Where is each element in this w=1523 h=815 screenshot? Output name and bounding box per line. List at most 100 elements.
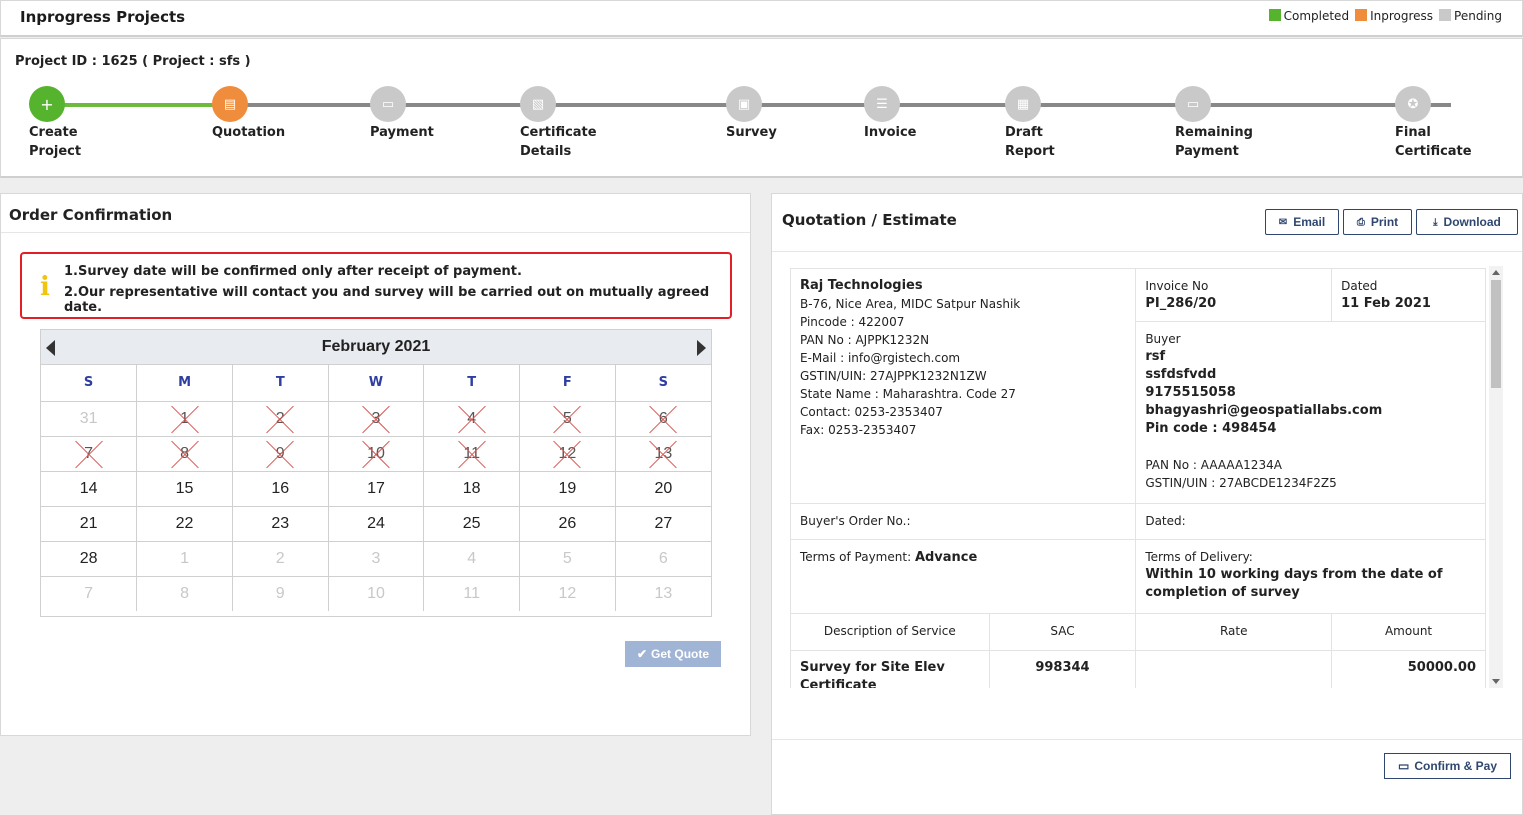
calendar-day[interactable]: 23 <box>232 506 329 542</box>
calendar-day: 3 <box>328 541 425 577</box>
weekday-header: T <box>423 365 521 402</box>
legend-swatch <box>1355 9 1368 21</box>
buyer-tax-info: PAN No : AAAAA1234A GSTIN/UIN : 27ABCDE12… <box>1145 456 1476 492</box>
invoice-no-label: Invoice No <box>1145 279 1209 293</box>
order-confirmation-panel: Order Confirmation i 1.Survey date will … <box>0 193 751 736</box>
calendar-day: 3 <box>328 401 425 437</box>
calendar-day: 10 <box>328 436 425 472</box>
column-header: Amount <box>1331 613 1486 651</box>
notice-line-2: 2.Our representative will contact you an… <box>64 285 710 315</box>
terms-delivery-cell: Terms of Delivery: Within 10 working day… <box>1135 539 1486 614</box>
list-icon: ☰ <box>864 86 900 122</box>
seller-name: Raj Technologies <box>800 278 923 293</box>
progress-track-done <box>47 103 231 107</box>
progress-step-label: Invoice <box>864 125 917 140</box>
calendar-day: 8 <box>136 436 233 472</box>
calendar-day[interactable]: 21 <box>41 506 138 542</box>
invoice-no-cell: Invoice No PI_286/20 <box>1135 268 1333 322</box>
legend-label: Completed <box>1283 9 1350 23</box>
calendar-day: 6 <box>615 401 711 437</box>
terms-payment-cell: Terms of Payment: Advance <box>790 539 1137 614</box>
progress-step-label: Remaining Payment <box>1175 125 1253 159</box>
card-icon: ▭ <box>370 86 406 122</box>
email-label: Email <box>1293 215 1326 229</box>
print-label: Print <box>1370 215 1399 229</box>
get-quote-label: Get Quote <box>651 647 710 661</box>
weekday-header: W <box>328 365 425 402</box>
calendar-day: 2 <box>232 541 329 577</box>
calendar-day[interactable]: 14 <box>41 471 138 507</box>
download-label: Download <box>1443 215 1501 229</box>
legend-label: Pending <box>1454 9 1502 23</box>
calendar-day[interactable]: 22 <box>136 506 233 542</box>
calendar-day: 5 <box>519 541 616 577</box>
weekday-header: M <box>136 365 233 402</box>
buyer-cell: Buyer rsf ssfdsfvdd 9175515058 bhagyashri@g… <box>1135 321 1486 504</box>
calendar-day[interactable]: 25 <box>423 506 521 542</box>
email-button[interactable]: ✉ Email <box>1265 209 1339 235</box>
dated-value: 11 Feb 2021 <box>1341 296 1431 311</box>
scroll-down-icon[interactable] <box>1492 679 1500 684</box>
calendar-day: 12 <box>519 436 616 472</box>
page-title: Inprogress Projects <box>20 8 186 26</box>
card-icon: ▭ <box>1175 86 1211 122</box>
calendar-day[interactable]: 24 <box>328 506 425 542</box>
column-header: Description of Service <box>790 613 990 651</box>
service-amount-cell: 50000.00 <box>1331 650 1486 688</box>
calendar-day: 13 <box>615 436 711 472</box>
calendar-day: 5 <box>519 401 616 437</box>
divider <box>772 739 1522 740</box>
seller-line: B-76, Nice Area, MIDC Satpur Nashik <box>800 297 1021 311</box>
quotation-scroll-area[interactable]: Raj Technologies B-76, Nice Area, MIDC S… <box>790 266 1505 688</box>
calendar-day[interactable]: 19 <box>519 471 616 507</box>
dated-label: Dated <box>1341 279 1378 293</box>
print-button[interactable]: ⎙ Print <box>1343 209 1412 235</box>
scroll-up-icon[interactable] <box>1492 270 1500 275</box>
page-header: Inprogress Projects Completed Inprogress P… <box>0 0 1523 37</box>
terms-delivery-value: Within 10 working days from the date of … <box>1145 567 1443 600</box>
confirm-pay-label: Confirm & Pay <box>1414 759 1498 773</box>
calendar-day[interactable]: 17 <box>328 471 425 507</box>
calendar-day[interactable]: 18 <box>423 471 521 507</box>
calendar-day[interactable]: 26 <box>519 506 616 542</box>
legend-label: Inprogress <box>1370 9 1434 23</box>
calendar-day: 9 <box>232 576 329 611</box>
calendar-day: 11 <box>423 436 521 472</box>
calendar-day[interactable]: 28 <box>41 541 138 577</box>
seller-address: B-76, Nice Area, MIDC Satpur Nashik Pinco… <box>800 295 1126 439</box>
report-icon: ▦ <box>1005 86 1041 122</box>
divider <box>772 251 1522 252</box>
calendar-day[interactable]: 16 <box>232 471 329 507</box>
money-icon: ▭ <box>1397 759 1410 773</box>
buyer-line: Pin code : 498454 <box>1145 421 1277 436</box>
download-button[interactable]: ⤓ Download <box>1416 209 1518 235</box>
seller-line: Fax: 0253-2353407 <box>800 423 917 437</box>
buyers-order-label: Buyer's Order No.: <box>800 514 911 528</box>
calendar-month: February 2021 <box>321 338 431 355</box>
scrollbar[interactable] <box>1489 266 1503 688</box>
terms-payment-value: Advance <box>914 550 978 565</box>
get-quote-button[interactable]: ✔ Get Quote <box>625 641 721 667</box>
calendar-day[interactable]: 20 <box>615 471 711 507</box>
buyer-tax-line: GSTIN/UIN : 27ABCDE1234F2Z5 <box>1145 476 1337 490</box>
dated-cell: Dated 11 Feb 2021 <box>1331 268 1486 322</box>
legend-swatch <box>1439 9 1452 21</box>
column-header: SAC <box>988 613 1137 651</box>
calendar-icon: ▣ <box>726 86 762 122</box>
seller-line: E-Mail : info@rgistech.com <box>800 351 961 365</box>
buyer-tax-line: PAN No : AAAAA1234A <box>1145 458 1282 472</box>
order-title: Order Confirmation <box>9 206 173 224</box>
progress-step-label: Create Project <box>29 125 82 159</box>
next-month-icon[interactable] <box>697 340 706 356</box>
seller-cell: Raj Technologies B-76, Nice Area, MIDC S… <box>790 268 1137 504</box>
calendar-day: 2 <box>232 401 329 437</box>
calendar-day: 31 <box>41 401 138 437</box>
table-row: Survey for Site Elev Certificate 998344 50… <box>790 650 1486 688</box>
seller-line: Pincode : 422007 <box>800 315 905 329</box>
buyer-label: Buyer <box>1145 332 1181 346</box>
calendar-day[interactable]: 27 <box>615 506 711 542</box>
confirm-pay-button[interactable]: ▭ Confirm & Pay <box>1384 753 1511 779</box>
quotation-table: Raj Technologies B-76, Nice Area, MIDC S… <box>790 268 1486 688</box>
scrollbar-thumb[interactable] <box>1491 280 1501 388</box>
calendar-day[interactable]: 15 <box>136 471 233 507</box>
